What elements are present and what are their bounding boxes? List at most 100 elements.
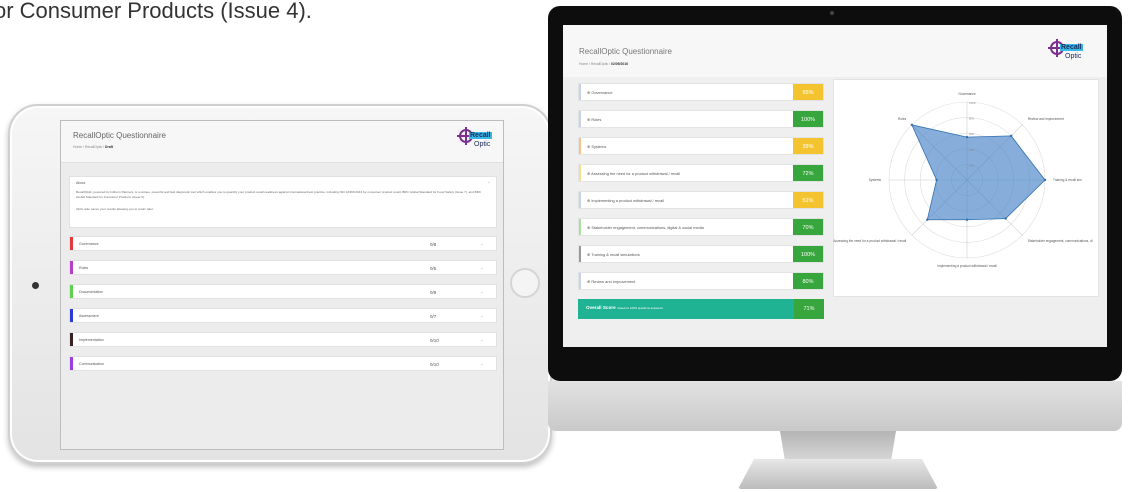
score-stripe (579, 111, 581, 127)
category-score: 0/7 (430, 314, 437, 319)
score-label: ⊕ Systems (587, 144, 607, 149)
radar-point (1004, 217, 1007, 220)
score-label: ⊕ Governance (587, 90, 613, 95)
score-row[interactable]: ⊕ Assessing the need for a product withd… (578, 164, 824, 182)
radar-axis-label: Implementing a product withdrawal / reca… (937, 264, 997, 268)
score-row[interactable]: ⊕ Implementing a product withdrawal / re… (578, 191, 824, 209)
chevron-down-icon[interactable]: ⌄ (480, 361, 484, 367)
score-stripe (579, 165, 581, 181)
chevron-down-icon[interactable]: ⌄ (480, 241, 484, 247)
category-score: 0/10 (430, 338, 439, 343)
score-value: 80% (793, 273, 823, 289)
score-row[interactable]: ⊕ Stakeholder engagement, communications… (578, 218, 824, 236)
radar-series-area (911, 124, 1046, 221)
radar-point (910, 123, 914, 127)
radar-tick-label: 20% (969, 163, 975, 167)
radar-axis-label: Systems (868, 178, 881, 182)
recallsoptic-logo: Recall Optic (457, 127, 497, 155)
category-color-bar (70, 237, 73, 250)
ipad-device: RecallOptic Questionnaire Home / RecallO… (8, 104, 552, 464)
radar-tick-label: 80% (969, 117, 975, 121)
score-stripe (579, 84, 581, 100)
category-row[interactable]: Documentation 0/9 ⌄ (69, 284, 497, 299)
category-label: Roles (79, 266, 89, 270)
score-stripe (579, 138, 581, 154)
chevron-down-icon[interactable]: ⌄ (480, 337, 484, 343)
radar-tick-label: 40% (969, 148, 975, 152)
radar-chart: 100% 80% 60% 40% 20% Governance Review and im… (833, 79, 1099, 297)
breadcrumb-home[interactable]: Home (73, 145, 82, 149)
breadcrumb: Home / RecallOptic / Draft (73, 145, 113, 149)
imac-device: RecallOptic Questionnaire Home / RecallO… (548, 6, 1122, 381)
score-row[interactable]: ⊕ Training & recall simulations 100% (578, 245, 824, 263)
score-value: 100% (793, 246, 823, 262)
radar-axis-label: Roles (898, 117, 907, 122)
about-panel[interactable]: About ^ RecallOptic, powered by Inkhorn … (69, 176, 497, 228)
category-row[interactable]: Implementation 0/10 ⌄ (69, 332, 497, 347)
ipad-camera (32, 282, 39, 289)
collapse-icon[interactable]: ^ (488, 180, 490, 185)
breadcrumb: Home / RecallOptic / 02/09/2016 (579, 62, 629, 66)
breadcrumb-home[interactable]: Home (579, 62, 588, 66)
overall-score-value: 71% (794, 299, 824, 319)
score-label: ⊕ Review and improvement (587, 279, 636, 284)
radar-point (965, 218, 969, 221)
breadcrumb-current: Draft (105, 145, 113, 149)
category-color-bar (70, 285, 73, 298)
category-label: Governance (79, 242, 99, 246)
imac-stand-neck (780, 431, 896, 459)
imac-stand-foot (738, 459, 938, 489)
recallsoptic-logo: Recall Optic (1048, 39, 1088, 67)
score-value: 70% (793, 219, 823, 235)
category-row[interactable]: Governance 0/8 ⌄ (69, 236, 497, 251)
score-label: ⊕ Training & recall simulations (587, 252, 640, 257)
page-title: RecallOptic Questionnaire (579, 47, 672, 56)
score-value: 51% (793, 192, 823, 208)
ipad-home-button[interactable] (510, 268, 540, 298)
score-value: 100% (793, 111, 823, 127)
category-row[interactable]: Assessment 0/7 ⌄ (69, 308, 497, 323)
category-score: 0/9 (430, 290, 437, 295)
ipad-app-header: RecallOptic Questionnaire Home / RecallO… (61, 121, 503, 163)
imac-screen: RecallOptic Questionnaire Home / RecallO… (563, 25, 1107, 347)
imac-app-header: RecallOptic Questionnaire Home / RecallO… (563, 25, 1107, 77)
category-color-bar (70, 261, 73, 274)
score-row[interactable]: ⊕ Systems 39% (578, 137, 824, 155)
radar-axis-label: Training & recall sim (1053, 178, 1082, 182)
overall-score-row: Overall Score based on 100% questions ans… (578, 299, 824, 319)
category-score: 0/5 (430, 266, 437, 271)
overall-score-note: based on 100% questions answered (617, 306, 663, 310)
overall-score-label: Overall Score based on 100% questions ans… (586, 305, 663, 310)
score-row[interactable]: ⊕ Roles 100% (578, 110, 824, 128)
score-value: 39% (793, 138, 823, 154)
page-title: RecallOptic Questionnaire (73, 131, 166, 140)
radar-point (1009, 134, 1013, 138)
radar-tick-label: 100% (969, 101, 976, 105)
breadcrumb-app[interactable]: RecallOptic (591, 62, 608, 66)
about-title: About (76, 181, 86, 185)
chevron-down-icon[interactable]: ⌄ (480, 265, 484, 271)
category-label: Implementation (79, 338, 104, 342)
score-row[interactable]: ⊕ Governance 55% (578, 83, 824, 101)
chevron-down-icon[interactable]: ⌄ (480, 289, 484, 295)
category-row[interactable]: Roles 0/5 ⌄ (69, 260, 497, 275)
radar-axis-label: Review and improvement (1027, 117, 1064, 122)
imac-camera (830, 11, 834, 15)
category-color-bar (70, 357, 73, 370)
score-value: 72% (793, 165, 823, 181)
category-row[interactable]: Communication 0/10 ⌄ (69, 356, 497, 371)
radar-axis-label: Stakeholder engagement, communications, … (1027, 238, 1093, 243)
breadcrumb-app[interactable]: RecallOptic (85, 145, 102, 149)
chevron-down-icon[interactable]: ⌄ (480, 313, 484, 319)
score-row[interactable]: ⊕ Review and improvement 80% (578, 272, 824, 290)
radar-axis-label: Accessing the need for a product withdra… (833, 238, 907, 243)
category-label: Assessment (79, 314, 99, 318)
score-label: ⊕ Stakeholder engagement, communications… (587, 225, 704, 230)
ipad-screen: RecallOptic Questionnaire Home / RecallO… (60, 120, 504, 450)
radar-point (926, 218, 929, 221)
about-autosave-text: Optic auto saves your results allowing y… (76, 207, 154, 211)
caption-text: or Consumer Products (Issue 4). (0, 0, 312, 23)
score-label: ⊕ Implementing a product withdrawal / re… (587, 198, 665, 203)
score-label: ⊕ Assessing the need for a product withd… (587, 171, 681, 176)
category-color-bar (70, 309, 73, 322)
